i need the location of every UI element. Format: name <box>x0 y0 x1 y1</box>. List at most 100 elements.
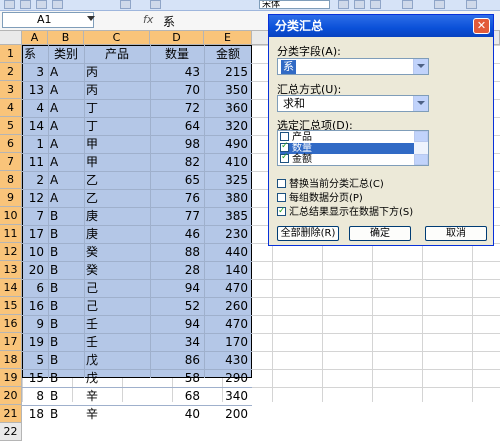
row-header[interactable]: 6 <box>0 135 22 153</box>
fx-icon[interactable]: fx <box>143 13 153 26</box>
sort-icon[interactable] <box>150 0 161 9</box>
table-cell[interactable]: 76 <box>150 189 200 207</box>
table-cell[interactable]: 5 <box>22 351 44 369</box>
row-header[interactable]: 11 <box>0 225 22 243</box>
table-cell[interactable]: B <box>48 387 82 405</box>
row-header[interactable]: 13 <box>0 261 22 279</box>
checkbox[interactable] <box>280 132 289 141</box>
table-cell[interactable]: 戊 <box>84 369 148 387</box>
align-center-icon[interactable] <box>354 0 365 9</box>
table-cell[interactable]: 72 <box>150 99 200 117</box>
table-cell[interactable]: 52 <box>150 297 200 315</box>
chevron-down-icon[interactable] <box>413 59 428 74</box>
formula-input[interactable]: 系 <box>163 13 175 30</box>
table-cell[interactable]: 丙 <box>84 63 148 81</box>
table-cell[interactable]: 34 <box>150 333 200 351</box>
table-cell[interactable]: 170 <box>204 333 248 351</box>
table-cell[interactable]: A <box>48 117 82 135</box>
table-cell[interactable]: 17 <box>22 225 44 243</box>
table-cell[interactable]: A <box>48 81 82 99</box>
table-cell[interactable]: 16 <box>22 297 44 315</box>
row-header[interactable]: 3 <box>0 81 22 99</box>
table-cell[interactable]: 82 <box>150 153 200 171</box>
borders-icon[interactable] <box>466 0 477 9</box>
scroll-down-icon[interactable] <box>414 154 428 165</box>
dialog-title[interactable]: 分类汇总 <box>269 15 493 37</box>
row-header[interactable]: 20 <box>0 387 22 405</box>
table-cell[interactable]: 340 <box>204 387 248 405</box>
cancel-button[interactable]: 取消 <box>425 226 487 241</box>
table-cell[interactable]: 甲 <box>84 153 148 171</box>
table-cell[interactable]: 20 <box>22 261 44 279</box>
row-header[interactable]: 2 <box>0 63 22 81</box>
table-cell[interactable]: 440 <box>204 243 248 261</box>
table-cell[interactable]: B <box>48 315 82 333</box>
checkbox[interactable] <box>280 152 289 163</box>
table-cell[interactable]: B <box>48 405 82 423</box>
table-cell[interactable]: 7 <box>22 207 44 225</box>
table-cell[interactable]: 丙 <box>84 81 148 99</box>
merge-icon[interactable] <box>402 0 413 9</box>
table-cell[interactable]: 13 <box>22 81 44 99</box>
table-cell[interactable]: 丁 <box>84 117 148 135</box>
table-cell[interactable]: B <box>48 351 82 369</box>
align-right-icon[interactable] <box>370 0 381 9</box>
table-cell[interactable]: 230 <box>204 225 248 243</box>
table-cell[interactable]: 己 <box>84 297 148 315</box>
checkbox[interactable] <box>277 179 286 188</box>
table-cell[interactable]: 乙 <box>84 189 148 207</box>
table-cell[interactable]: 470 <box>204 279 248 297</box>
table-cell[interactable]: 215 <box>204 63 248 81</box>
table-cell[interactable]: 470 <box>204 315 248 333</box>
header-cell[interactable]: 数量 <box>150 45 202 63</box>
table-cell[interactable]: 壬 <box>84 333 148 351</box>
table-cell[interactable]: 86 <box>150 351 200 369</box>
list-item[interactable]: 产品 <box>280 132 414 143</box>
row-header[interactable]: 19 <box>0 369 22 387</box>
row-header[interactable]: 8 <box>0 171 22 189</box>
table-cell[interactable]: B <box>48 297 82 315</box>
table-cell[interactable]: 350 <box>204 81 248 99</box>
table-cell[interactable]: 丁 <box>84 99 148 117</box>
table-cell[interactable]: 18 <box>22 405 44 423</box>
table-cell[interactable]: B <box>48 207 82 225</box>
table-cell[interactable]: 260 <box>204 297 248 315</box>
row-header[interactable]: 17 <box>0 333 22 351</box>
print-icon[interactable] <box>52 0 63 9</box>
table-cell[interactable]: 290 <box>204 369 248 387</box>
table-cell[interactable]: 77 <box>150 207 200 225</box>
table-cell[interactable]: 325 <box>204 171 248 189</box>
list-scrollbar[interactable] <box>414 131 428 165</box>
table-cell[interactable]: 65 <box>150 171 200 189</box>
table-cell[interactable]: 己 <box>84 279 148 297</box>
header-cell[interactable]: 产品 <box>84 45 148 63</box>
open-icon[interactable] <box>20 0 31 9</box>
function-select[interactable]: 求和 <box>277 95 429 112</box>
table-cell[interactable]: 385 <box>204 207 248 225</box>
table-cell[interactable]: 360 <box>204 99 248 117</box>
column-header[interactable]: C <box>84 31 150 45</box>
table-cell[interactable]: A <box>48 189 82 207</box>
table-cell[interactable]: 3 <box>22 63 44 81</box>
table-cell[interactable]: 430 <box>204 351 248 369</box>
align-left-icon[interactable] <box>338 0 349 9</box>
chevron-down-icon[interactable] <box>413 96 428 111</box>
close-icon[interactable]: ✕ <box>473 18 490 34</box>
checkbox[interactable] <box>277 205 286 217</box>
table-cell[interactable]: 12 <box>22 189 44 207</box>
column-header[interactable]: E <box>204 31 252 45</box>
table-cell[interactable]: 4 <box>22 99 44 117</box>
table-cell[interactable]: 490 <box>204 135 248 153</box>
row-header[interactable]: 5 <box>0 117 22 135</box>
table-cell[interactable]: 壬 <box>84 315 148 333</box>
table-cell[interactable]: 14 <box>22 117 44 135</box>
option-summary-below[interactable]: 汇总结果显示在数据下方(S) <box>277 205 413 219</box>
table-cell[interactable]: 8 <box>22 387 44 405</box>
header-cell[interactable]: 系 <box>22 45 46 63</box>
row-header[interactable]: 12 <box>0 243 22 261</box>
chevron-down-icon[interactable] <box>87 16 95 21</box>
table-cell[interactable]: 64 <box>150 117 200 135</box>
row-header[interactable]: 10 <box>0 207 22 225</box>
table-cell[interactable]: 19 <box>22 333 44 351</box>
table-cell[interactable]: 甲 <box>84 135 148 153</box>
